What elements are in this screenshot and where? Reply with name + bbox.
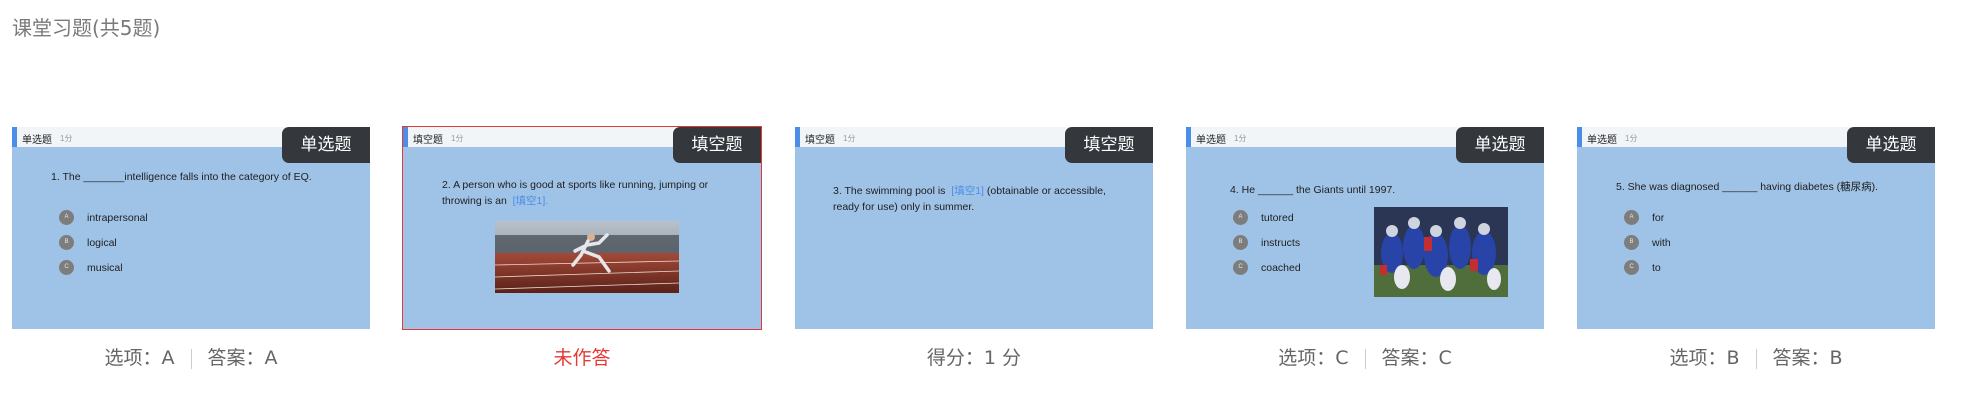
question-status-2: 未作答	[553, 347, 611, 369]
question-card-3[interactable]: 填空题 1分 填空题 3. The swimming pool is [填空1]…	[795, 127, 1153, 329]
question-line-2: ready for use) only in summer.	[833, 201, 975, 213]
question-type-label: 单选题	[1587, 135, 1617, 146]
option-text: tutored	[1261, 212, 1294, 224]
option-letter-circle: C	[59, 260, 74, 275]
question-type-label: 单选题	[1196, 135, 1226, 146]
answer-label: 答案：A	[207, 347, 278, 369]
question-text: 1. The _______intelligence falls into th…	[51, 171, 312, 183]
question-type-label: 单选题	[22, 135, 52, 146]
option-letter-circle: B	[1624, 235, 1639, 250]
question-card-1[interactable]: 单选题 1分 单选题 1. The _______intelligence fa…	[12, 127, 370, 329]
question-line-1a: 3. The swimming pool is	[833, 185, 946, 197]
question-type-badge: 单选题	[1456, 127, 1544, 163]
option-text: to	[1652, 262, 1661, 274]
question-card-4[interactable]: 单选题 1分 单选题 4. He ______ the Giants until…	[1186, 127, 1544, 329]
status-divider	[1364, 348, 1366, 369]
question-line-2-text: throwing is an	[442, 195, 507, 207]
question-line-1: 3. The swimming pool is [填空1] (obtainabl…	[833, 183, 1133, 199]
page-title: 课堂习题(共5题)	[12, 16, 161, 40]
question-status-1: 选项：A 答案：A	[12, 343, 370, 370]
status-divider	[1755, 348, 1757, 369]
option-text: intrapersonal	[87, 212, 148, 224]
question-score-label: 1分	[843, 134, 856, 143]
question-type-badge: 单选题	[1847, 127, 1935, 163]
option-text: for	[1652, 212, 1665, 224]
option-letter-circle: C	[1233, 260, 1248, 275]
question-text: 5. She was diagnosed ______ having diabe…	[1616, 181, 1879, 193]
option-letter-circle: A	[1233, 210, 1248, 225]
question-status-4: 选项：C 答案：C	[1186, 343, 1544, 370]
question-score-label: 1分	[1625, 134, 1638, 143]
question-card-5[interactable]: 单选题 1分 单选题 5. She was diagnosed ______ h…	[1577, 127, 1935, 329]
option-text: musical	[87, 262, 123, 274]
answer-label: 答案：C	[1381, 347, 1452, 369]
question-card-2[interactable]: 填空题 1分 填空题 2. A person who is good at sp…	[402, 126, 762, 330]
question-score-label: 1分	[1234, 134, 1247, 143]
choice-label: 选项：A	[104, 347, 175, 369]
question-type-label: 填空题	[805, 135, 835, 146]
sprinter-photo	[495, 221, 679, 293]
option-letter-circle: B	[59, 235, 74, 250]
question-score-label: 1分	[60, 134, 73, 143]
question-text: 2. A person who is good at sports like r…	[442, 177, 742, 209]
option-letter-circle: B	[1233, 235, 1248, 250]
option-letter-circle: C	[1624, 260, 1639, 275]
option-text: with	[1652, 237, 1671, 249]
question-score-label: 1分	[451, 134, 464, 143]
question-type-badge: 填空题	[1065, 127, 1153, 163]
question-status-3: 得分：1 分	[926, 347, 1022, 369]
fill-blank[interactable]: [填空1]	[951, 185, 984, 197]
question-type-badge: 单选题	[282, 127, 370, 163]
question-status-5: 选项：B 答案：B	[1577, 343, 1935, 370]
question-line-2: throwing is an [填空1].	[442, 193, 742, 209]
option-letter-circle: A	[59, 210, 74, 225]
choice-label: 选项：B	[1669, 347, 1740, 369]
answer-label: 答案：B	[1772, 347, 1843, 369]
question-line-1: 2. A person who is good at sports like r…	[442, 179, 709, 191]
option-text: logical	[87, 237, 117, 249]
question-type-label: 填空题	[413, 135, 443, 146]
fill-blank-end: .	[545, 195, 549, 207]
option-letter-circle: A	[1624, 210, 1639, 225]
option-text: coached	[1261, 262, 1301, 274]
fill-blank[interactable]: [填空1]	[513, 195, 546, 207]
option-text: instructs	[1261, 237, 1301, 249]
football-team-photo	[1374, 207, 1508, 297]
question-type-badge: 填空题	[673, 127, 761, 163]
question-text: 4. He ______ the Giants until 1997.	[1230, 184, 1396, 196]
question-line-1b: (obtainable or accessible,	[986, 185, 1106, 197]
choice-label: 选项：C	[1278, 347, 1349, 369]
status-divider	[190, 348, 192, 369]
question-text: 3. The swimming pool is [填空1] (obtainabl…	[833, 183, 1133, 215]
